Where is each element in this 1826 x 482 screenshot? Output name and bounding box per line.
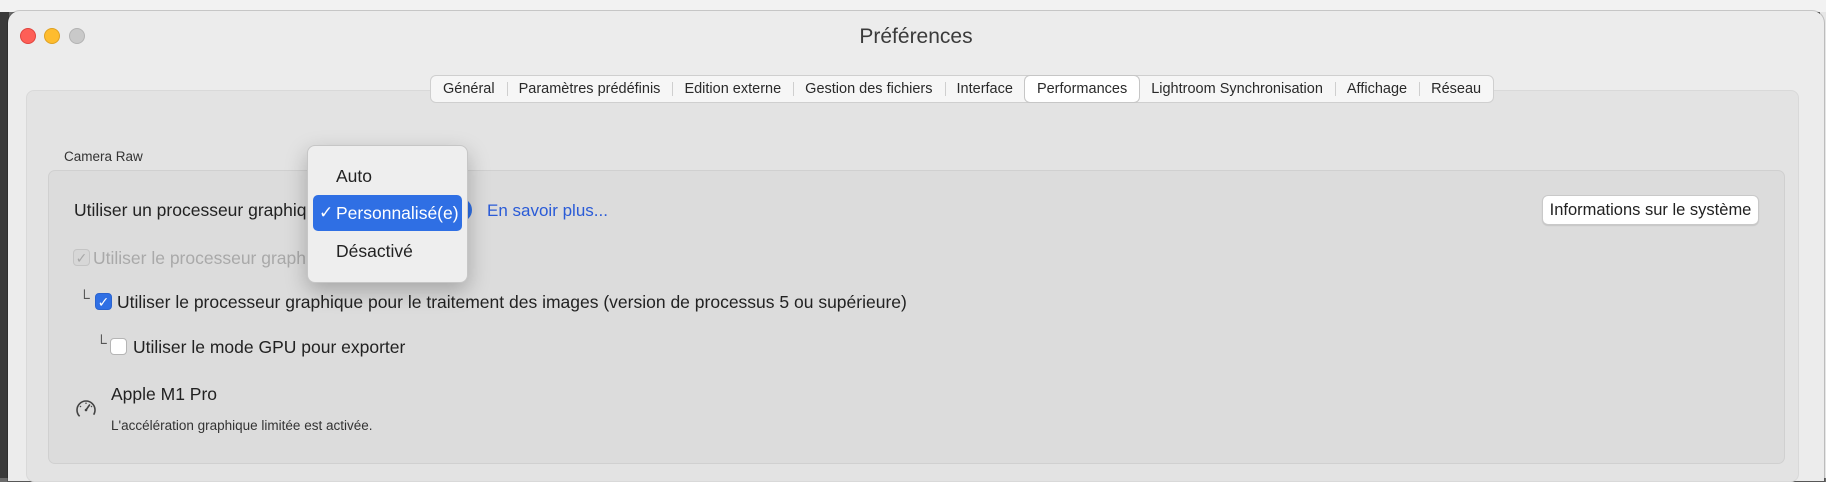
system-info-button[interactable]: Informations sur le système bbox=[1542, 195, 1759, 225]
gpu-acceleration-status: L'accélération graphique limitée est act… bbox=[111, 418, 373, 433]
tree-connector: └ bbox=[96, 335, 107, 352]
tab-interface[interactable]: Interface bbox=[944, 76, 1025, 102]
dropdown-option-auto[interactable]: Auto bbox=[313, 158, 462, 194]
gpu-processing-label: Utiliser le processeur graphique pour le… bbox=[117, 292, 907, 312]
tab-performance[interactable]: Performances bbox=[1024, 76, 1140, 102]
checkmark-icon: ✓ bbox=[75, 250, 88, 266]
dropdown-option-custom[interactable]: ✓ Personnalisé(e) bbox=[313, 195, 462, 231]
tab-presets[interactable]: Paramètres prédéfinis bbox=[506, 76, 673, 102]
option-label: Désactivé bbox=[336, 241, 413, 261]
checkmark-icon: ✓ bbox=[319, 203, 334, 222]
learn-more-link[interactable]: En savoir plus... bbox=[487, 201, 608, 221]
gpu-select-label: Utiliser un processeur graphique : bbox=[74, 200, 336, 220]
option-label: Auto bbox=[336, 166, 372, 186]
tab-general[interactable]: Général bbox=[431, 76, 507, 102]
tab-lightroom-sync[interactable]: Lightroom Synchronisation bbox=[1139, 76, 1335, 102]
preferences-tab-bar: Général Paramètres prédéfinis Edition ex… bbox=[430, 75, 1495, 103]
title-bar: Préférences bbox=[8, 11, 1824, 63]
gpu-export-checkbox[interactable] bbox=[110, 338, 127, 355]
tab-network[interactable]: Réseau bbox=[1419, 76, 1493, 102]
gpu-chip-name: Apple M1 Pro bbox=[111, 384, 218, 404]
checkmark-icon: ✓ bbox=[97, 294, 110, 310]
tree-connector: └ bbox=[79, 290, 90, 307]
camera-raw-section-label: Camera Raw bbox=[64, 149, 143, 164]
tab-external-editing[interactable]: Edition externe bbox=[672, 76, 793, 102]
gpu-display-checkbox[interactable]: ✓ bbox=[73, 249, 90, 266]
tab-display[interactable]: Affichage bbox=[1334, 76, 1419, 102]
tab-file-handling[interactable]: Gestion des fichiers bbox=[793, 76, 944, 102]
option-label: Personnalisé(e) bbox=[336, 203, 459, 223]
gpu-processing-checkbox[interactable]: ✓ bbox=[95, 293, 112, 310]
window-title: Préférences bbox=[859, 25, 973, 48]
gpu-display-label: Utiliser le processeur graphique bbox=[93, 248, 340, 268]
dropdown-option-disabled[interactable]: Désactivé bbox=[313, 233, 462, 269]
gpu-mode-dropdown-menu: Auto ✓ Personnalisé(e) Désactivé bbox=[307, 145, 468, 283]
gpu-export-label: Utiliser le mode GPU pour exporter bbox=[133, 337, 406, 357]
gauge-icon bbox=[76, 400, 96, 420]
